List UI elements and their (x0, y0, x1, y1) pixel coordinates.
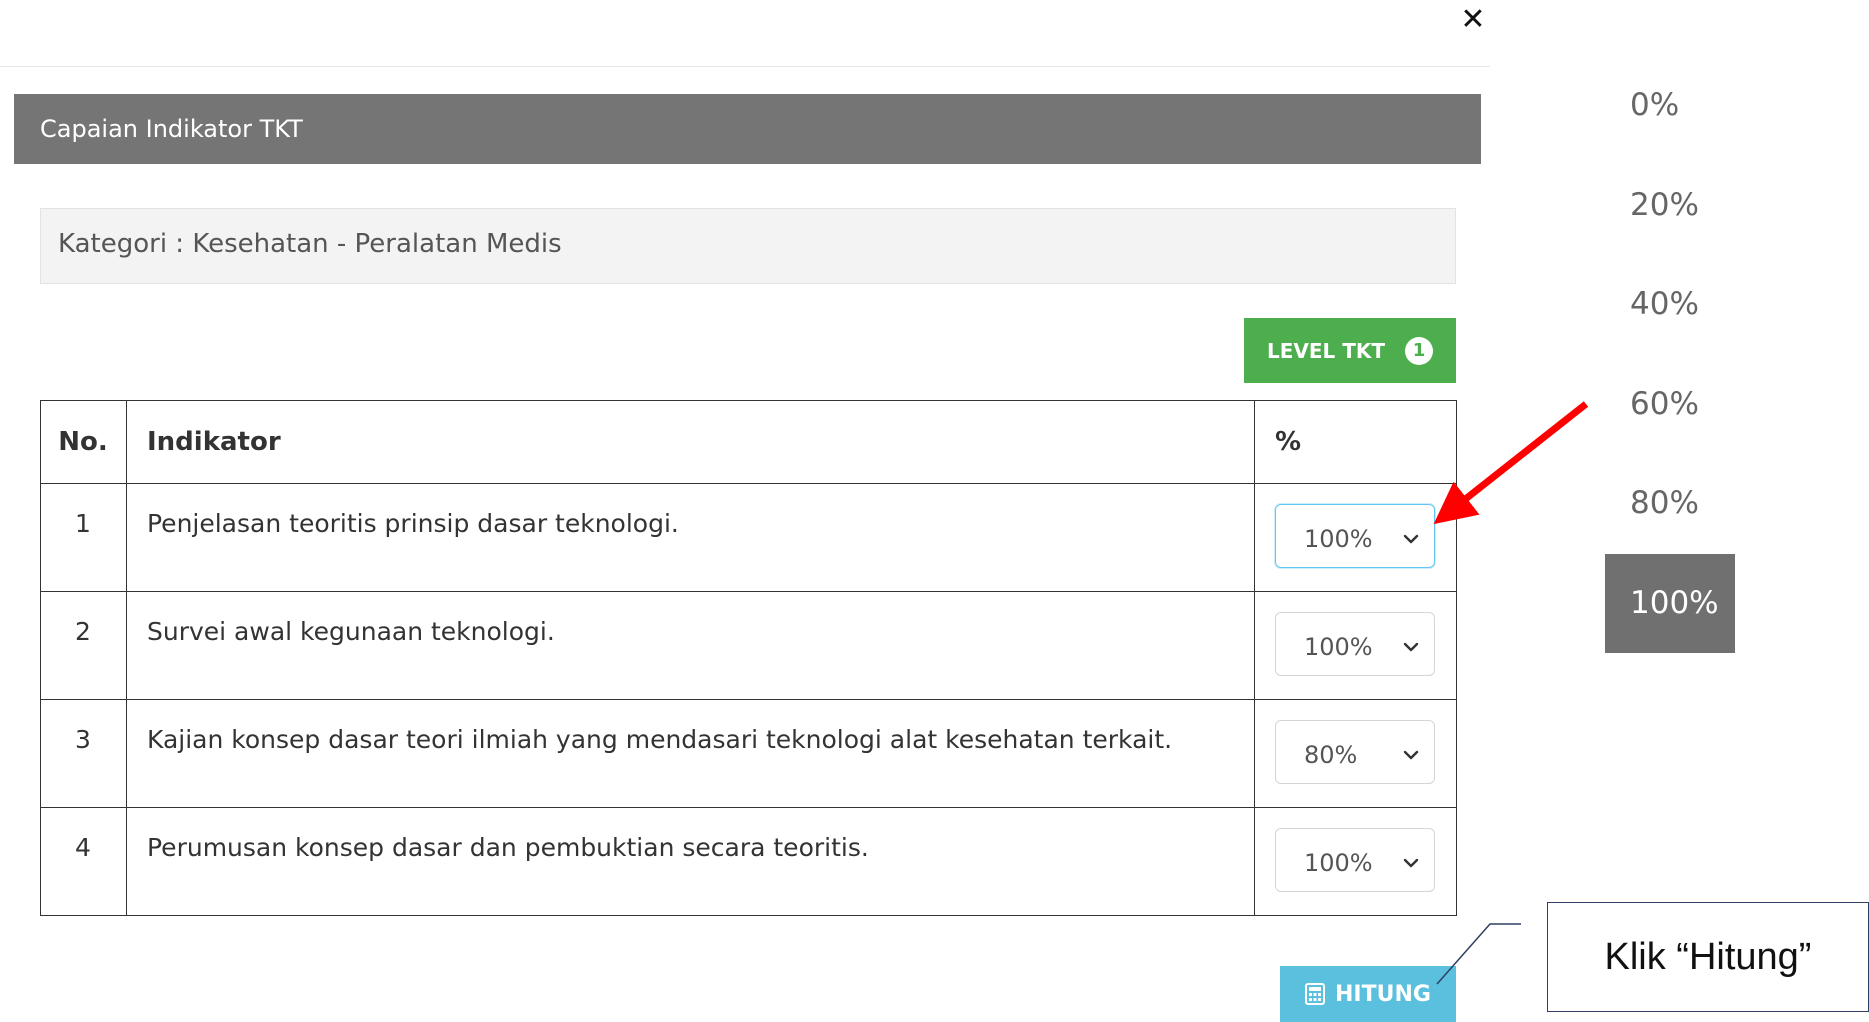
row-number: 1 (40, 483, 127, 592)
hitung-label: HITUNG (1335, 981, 1431, 1007)
header-indikator: Indikator (126, 400, 1255, 484)
chevron-down-icon (1403, 858, 1419, 868)
callout-box: Klik “Hitung” (1547, 902, 1869, 1012)
level-tkt-button[interactable]: LEVEL TKT 1 (1244, 318, 1456, 383)
dropdown-option[interactable]: 20% (1605, 156, 1735, 256)
percent-select[interactable]: 100% (1275, 828, 1435, 892)
header-no: No. (40, 400, 127, 484)
percent-select-value: 100% (1304, 633, 1373, 661)
row-percent-cell: 100% (1254, 807, 1457, 916)
dropdown-options-list: 0% 20% 40% 60% 80% 100% (1605, 56, 1735, 653)
modal-dialog: ✕ Capaian Indikator TKT Kategori : Keseh… (0, 0, 1490, 1022)
row-number: 4 (40, 807, 127, 916)
chevron-down-icon (1403, 534, 1419, 544)
dropdown-option[interactable]: 60% (1605, 355, 1735, 455)
table-row: 3 Kajian konsep dasar teori ilmiah yang … (40, 699, 1457, 808)
row-percent-cell: 100% (1254, 591, 1457, 700)
row-number: 3 (40, 699, 127, 808)
table-header-row: No. Indikator % (40, 400, 1457, 484)
calculator-icon (1305, 983, 1326, 1005)
level-tkt-label: LEVEL TKT (1266, 338, 1386, 363)
row-percent-cell: 100% (1254, 483, 1457, 592)
indicator-table: No. Indikator % 1 Penjelasan teoritis pr… (40, 400, 1457, 916)
close-icon[interactable]: ✕ (1458, 2, 1488, 38)
percent-select-value: 100% (1304, 849, 1373, 877)
dropdown-option[interactable]: 40% (1605, 255, 1735, 355)
percent-select[interactable]: 100% (1275, 612, 1435, 676)
table-row: 2 Survei awal kegunaan teknologi. 100% (40, 591, 1457, 700)
chevron-down-icon (1403, 642, 1419, 652)
row-percent-cell: 80% (1254, 699, 1457, 808)
percent-select[interactable]: 100% (1275, 504, 1435, 568)
header-percent: % (1254, 400, 1457, 484)
dropdown-option-selected[interactable]: 100% (1605, 553, 1735, 653)
dropdown-option[interactable]: 80% (1605, 454, 1735, 554)
modal-header: ✕ (0, 0, 1490, 67)
row-number: 2 (40, 591, 127, 700)
kategori-field: Kategori : Kesehatan - Peralatan Medis (40, 208, 1456, 284)
percent-select[interactable]: 80% (1275, 720, 1435, 784)
row-indikator: Survei awal kegunaan teknologi. (126, 591, 1255, 700)
table-row: 4 Perumusan konsep dasar dan pembuktian … (40, 807, 1457, 916)
panel-title: Capaian Indikator TKT (14, 94, 1481, 164)
level-badge: 1 (1405, 336, 1434, 365)
chevron-down-icon (1403, 750, 1419, 760)
row-indikator: Penjelasan teoritis prinsip dasar teknol… (126, 483, 1255, 592)
row-indikator: Kajian konsep dasar teori ilmiah yang me… (126, 699, 1255, 808)
hitung-button[interactable]: HITUNG (1280, 966, 1456, 1022)
row-indikator: Perumusan konsep dasar dan pembuktian se… (126, 807, 1255, 916)
table-row: 1 Penjelasan teoritis prinsip dasar tekn… (40, 483, 1457, 592)
percent-select-value: 80% (1304, 741, 1358, 769)
dropdown-option[interactable]: 0% (1605, 56, 1735, 156)
percent-select-value: 100% (1304, 525, 1373, 553)
